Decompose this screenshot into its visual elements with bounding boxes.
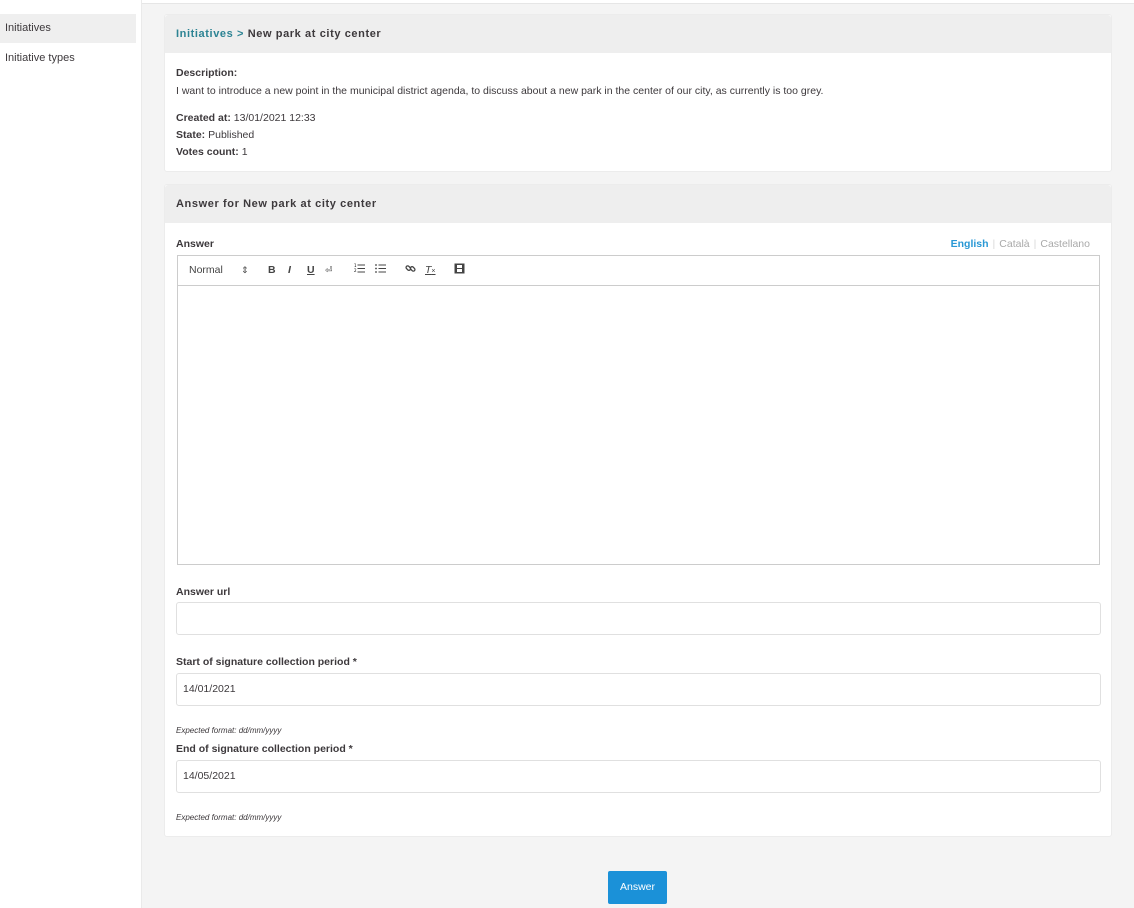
answer-form-card: Answer for New park at city center Answe…: [164, 184, 1112, 837]
tab-castellano[interactable]: Castellano: [1036, 238, 1094, 250]
answer-url-input[interactable]: [176, 602, 1101, 635]
ordered-list-icon[interactable]: 12: [354, 263, 365, 277]
start-period-help: Expected format: dd/mm/yyyy: [176, 726, 282, 735]
tab-english[interactable]: English: [947, 238, 993, 250]
state: State: Published: [176, 129, 254, 141]
answer-editor-area[interactable]: [178, 286, 1099, 564]
underline-button[interactable]: U: [307, 263, 315, 277]
end-period-help: Expected format: dd/mm/yyyy: [176, 813, 282, 822]
language-tabs: English | Català | Castellano: [947, 238, 1094, 250]
votes-count-value: 1: [241, 146, 248, 158]
chevron-down-icon: ⇕: [241, 265, 249, 275]
votes-count-label: Votes count:: [176, 146, 239, 158]
answer-label: Answer: [176, 238, 214, 250]
start-period-label: Start of signature collection period *: [176, 656, 357, 668]
answer-rich-text-editor: Normal ⇕ B I U ⏎ 12 T×: [177, 255, 1100, 565]
initiative-info-card: Initiatives > New park at city center De…: [164, 14, 1112, 172]
state-label: State:: [176, 129, 206, 141]
clear-format-x-icon: ×: [431, 268, 436, 275]
sidebar: Initiatives Initiative types: [0, 0, 142, 908]
sidebar-item-initiative-types[interactable]: Initiative types: [0, 44, 136, 73]
bullet-list-icon[interactable]: [375, 263, 386, 277]
state-value: Published: [208, 129, 255, 141]
description-label: Description:: [176, 67, 238, 79]
end-period-label: End of signature collection period *: [176, 743, 353, 755]
created-at-value: 13/01/2021 12:33: [233, 112, 316, 124]
created-at: Created at: 13/01/2021 12:33: [176, 112, 316, 124]
description-text: I want to introduce a new point in the m…: [176, 85, 824, 97]
end-period-input[interactable]: 14/05/2021: [176, 760, 1101, 793]
breadcrumb-separator: >: [237, 28, 245, 40]
breadcrumb-initiatives-link[interactable]: Initiatives: [176, 28, 233, 40]
format-select[interactable]: Normal: [189, 263, 223, 277]
svg-text:2: 2: [354, 268, 357, 273]
created-at-label: Created at:: [176, 112, 231, 124]
editor-toolbar: Normal ⇕ B I U ⏎ 12 T×: [178, 256, 1099, 286]
bold-button[interactable]: B: [268, 263, 276, 277]
tab-catala[interactable]: Català: [995, 238, 1033, 250]
answer-url-label: Answer url: [176, 586, 231, 598]
sidebar-item-initiatives[interactable]: Initiatives: [0, 14, 136, 43]
italic-button[interactable]: I: [288, 263, 291, 277]
start-period-input[interactable]: 14/01/2021: [176, 673, 1101, 706]
votes-count: Votes count: 1: [176, 146, 248, 158]
link-icon[interactable]: [405, 263, 416, 277]
page-title: New park at city center: [247, 28, 382, 40]
answer-button[interactable]: Answer: [608, 871, 667, 904]
breadcrumb: Initiatives > New park at city center: [165, 15, 1111, 53]
answer-form-header: Answer for New park at city center: [165, 185, 1111, 223]
video-icon[interactable]: [454, 263, 465, 277]
clear-format-button[interactable]: T×: [425, 263, 436, 277]
top-bar: [142, 0, 1134, 4]
linebreak-button[interactable]: ⏎: [325, 263, 333, 277]
